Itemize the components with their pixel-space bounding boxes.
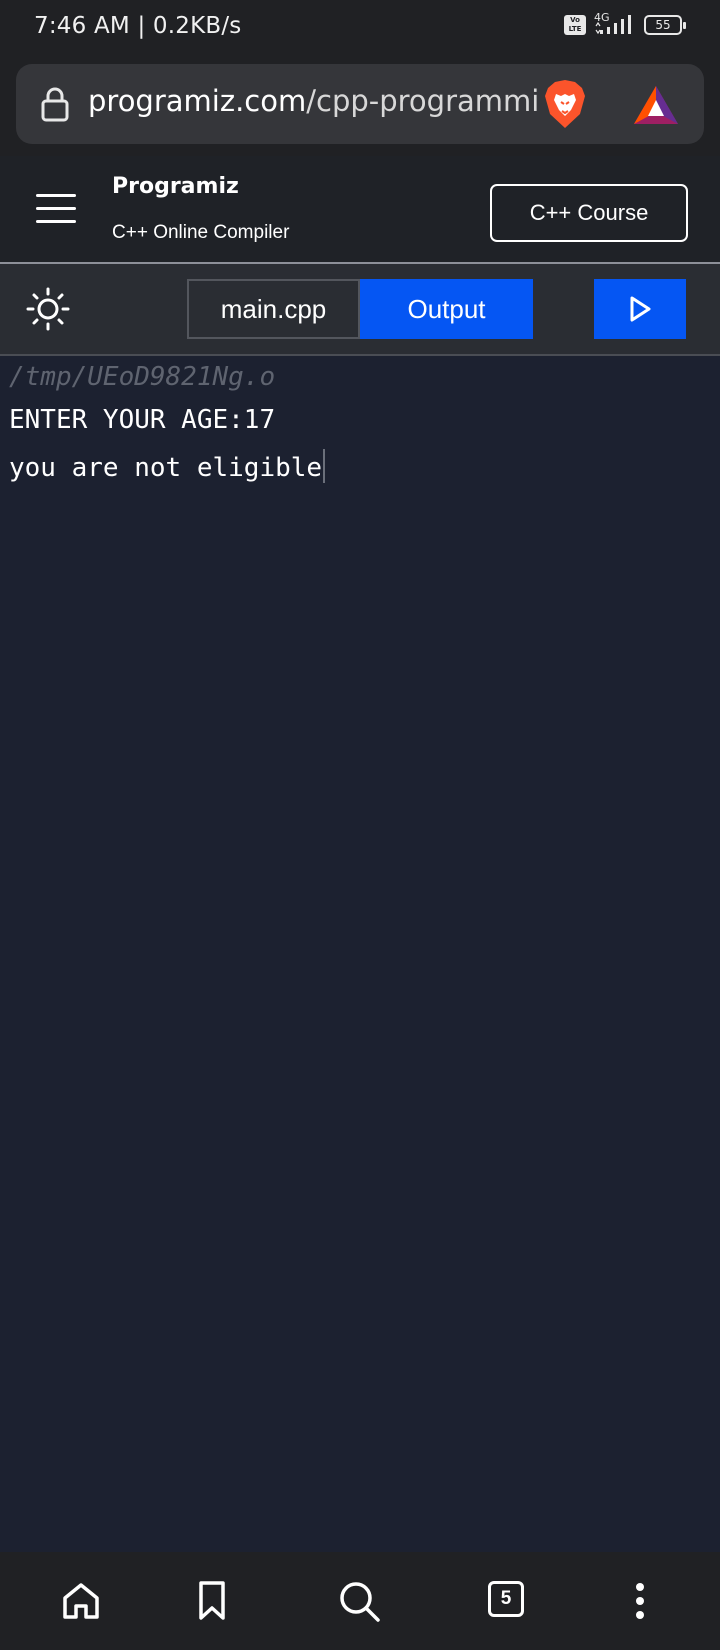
network-type: 4G (594, 11, 610, 24)
programiz-logo[interactable]: Programiz (112, 174, 239, 199)
address-bar[interactable]: programiz.com/cpp-programming (16, 64, 704, 144)
tab-main-cpp[interactable]: main.cpp (187, 279, 360, 339)
status-time: 7:46 AM | 0.2KB/s (34, 13, 242, 39)
console-path-line: /tmp/UEoD9821Ng.o (9, 362, 276, 392)
sun-icon[interactable] (26, 287, 70, 331)
url-text[interactable]: programiz.com/cpp-programming (88, 84, 540, 118)
volte-icon: Vo LTE (564, 15, 586, 35)
tab-output[interactable]: Output (360, 279, 533, 339)
page-subtitle: C++ Online Compiler (112, 222, 290, 243)
editor-toolbar: main.cpp Output (0, 264, 720, 356)
run-button[interactable] (594, 279, 686, 339)
console-output-line-with-cursor: you are not eligible (9, 449, 326, 483)
lock-icon[interactable] (40, 86, 70, 122)
url-domain: programiz.com (88, 84, 307, 118)
more-options-icon[interactable] (630, 1580, 650, 1622)
play-icon (630, 296, 651, 322)
url-path: /cpp-programming (306, 84, 540, 118)
site-header: Programiz C++ Online Compiler C++ Course (0, 156, 720, 264)
status-bar: 7:46 AM | 0.2KB/s Vo LTE 4G 55 (0, 0, 720, 56)
status-icons: Vo LTE 4G 55 (564, 11, 686, 38)
console-output-line: ENTER YOUR AGE:17 (9, 405, 276, 435)
bookmark-icon[interactable] (196, 1580, 228, 1622)
output-console[interactable]: /tmp/UEoD9821Ng.o ENTER YOUR AGE:17 you … (0, 356, 720, 1552)
search-icon[interactable] (338, 1580, 382, 1624)
text-cursor (323, 449, 326, 483)
app-root: 7:46 AM | 0.2KB/s Vo LTE 4G 55 programiz… (0, 0, 720, 1650)
battery-icon: 55 (644, 15, 686, 35)
home-icon[interactable] (60, 1580, 102, 1622)
console-output-text: you are not eligible (9, 453, 323, 483)
battery-level: 55 (655, 18, 671, 32)
brave-shields-icon[interactable] (542, 78, 588, 130)
menu-icon[interactable] (36, 194, 76, 226)
browser-toolbar: programiz.com/cpp-programming (0, 56, 720, 156)
signal-icon: 4G (594, 11, 636, 38)
tabs-count-button[interactable]: 5 (488, 1581, 524, 1617)
bottom-nav: 5 (0, 1552, 720, 1650)
bat-rewards-icon[interactable] (632, 84, 680, 126)
cpp-course-button[interactable]: C++ Course (490, 184, 688, 242)
